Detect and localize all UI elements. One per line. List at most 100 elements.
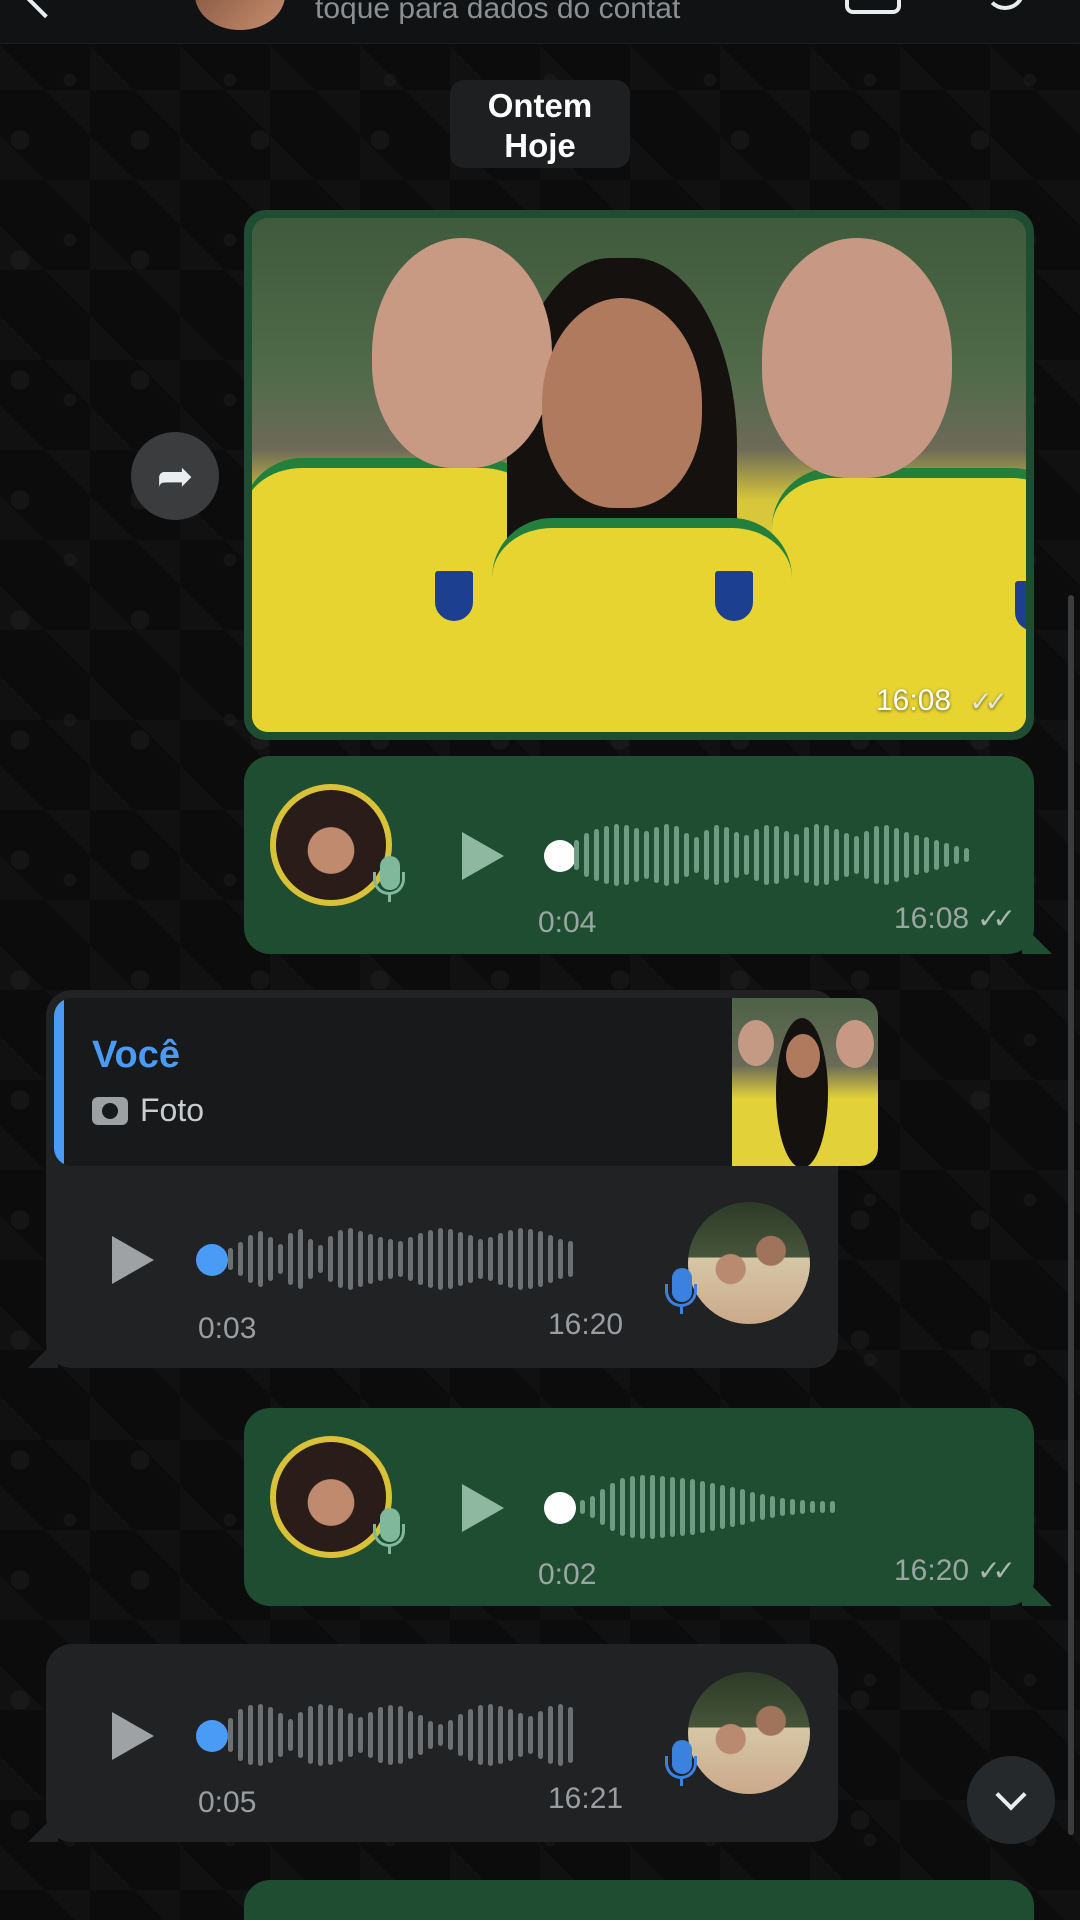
play-icon[interactable]	[462, 832, 504, 880]
waveform-bar	[674, 826, 679, 884]
waveform-bar	[538, 1711, 543, 1759]
waveform-bar	[498, 1233, 503, 1285]
scrollbar[interactable]	[1068, 595, 1074, 1835]
voice-message[interactable]: 0:05 16:21	[28, 1644, 838, 1842]
play-icon[interactable]	[112, 1236, 154, 1284]
waveform-bar	[518, 1228, 523, 1290]
photo-detail	[712, 568, 756, 624]
time-text: 16:08	[876, 684, 952, 717]
waveform-bar	[750, 1492, 755, 1522]
contact-avatar[interactable]	[195, 0, 285, 30]
time-text: 16:08	[894, 902, 970, 935]
quote-thumbnail	[732, 998, 878, 1166]
back-arrow-icon[interactable]	[23, 0, 67, 19]
waveform-bar	[278, 1244, 283, 1274]
contact-info-hint[interactable]: toque para dados do contat	[315, 0, 680, 26]
waveform-bar	[830, 1501, 835, 1513]
play-icon[interactable]	[112, 1712, 154, 1760]
waveform-bar	[924, 837, 929, 873]
waveform-bar	[964, 848, 969, 862]
waveform-bar	[710, 1483, 715, 1531]
playback-scrubber[interactable]	[196, 1720, 228, 1752]
play-icon[interactable]	[462, 1484, 504, 1532]
waveform-bar	[864, 831, 869, 879]
waveform-bar	[670, 1477, 675, 1537]
waveform-bar	[348, 1713, 353, 1757]
quote-accent-bar	[54, 998, 64, 1166]
sender-avatar	[270, 1436, 392, 1558]
waveform-bar	[308, 1706, 313, 1764]
audio-duration: 0:02	[538, 1558, 597, 1591]
voice-message-reply[interactable]: Você Foto 0:03 16:20	[28, 990, 878, 1368]
voice-message[interactable]: 0:04 16:08 ✓✓	[244, 756, 1052, 954]
next-message-peek[interactable]	[244, 1880, 1034, 1920]
waveform-bar	[694, 837, 699, 873]
waveform-bar	[754, 829, 759, 881]
waveform-bar	[894, 828, 899, 882]
video-call-icon[interactable]	[845, 0, 901, 14]
waveform-bar	[408, 1711, 413, 1759]
waveform-bar	[734, 832, 739, 878]
waveform-bar	[278, 1713, 283, 1757]
waveform-bar	[408, 1237, 413, 1281]
sender-avatar	[688, 1672, 810, 1794]
waveform-bar	[328, 1236, 333, 1282]
playback-scrubber[interactable]	[196, 1244, 228, 1276]
message-timestamp: 16:20	[548, 1308, 624, 1341]
image-message[interactable]: 16:08 ✓✓	[244, 210, 1034, 740]
camera-icon	[92, 1096, 128, 1125]
waveform-bar	[268, 1237, 273, 1281]
waveform-bar	[398, 1706, 403, 1764]
voice-message[interactable]: 0:02 16:20 ✓✓	[244, 1408, 1052, 1606]
waveform-bar	[844, 833, 849, 877]
waveform-bar	[574, 840, 579, 870]
quoted-message[interactable]: Você Foto	[54, 998, 878, 1166]
waveform-bar	[518, 1713, 523, 1757]
waveform-bar	[904, 832, 909, 878]
waveform-bar	[388, 1239, 393, 1279]
waveform-bar	[358, 1231, 363, 1287]
date-label-yesterday: Ontem	[487, 87, 593, 124]
playback-scrubber[interactable]	[544, 840, 576, 872]
waveform-bar	[478, 1705, 483, 1765]
playback-scrubber[interactable]	[544, 1492, 576, 1524]
waveform-bar	[774, 826, 779, 884]
waveform-bar	[298, 1229, 303, 1289]
audio-duration: 0:04	[538, 906, 597, 939]
voice-call-icon[interactable]	[985, 0, 1025, 10]
waveform-bar	[720, 1485, 725, 1529]
audio-waveform[interactable]	[228, 1224, 573, 1294]
waveform-bar	[268, 1707, 273, 1763]
waveform-bar	[780, 1498, 785, 1516]
waveform-bar	[600, 1489, 605, 1525]
audio-waveform[interactable]	[228, 1700, 573, 1770]
waveform-bar	[614, 824, 619, 886]
waveform-bar	[934, 840, 939, 870]
microphone-icon	[665, 1740, 697, 1786]
waveform-bar	[784, 831, 789, 879]
waveform-bar	[368, 1234, 373, 1284]
photo-detail	[542, 298, 702, 508]
waveform-bar	[288, 1719, 293, 1751]
waveform-bar	[584, 833, 589, 877]
audio-waveform[interactable]	[574, 820, 969, 890]
message-photo[interactable]: 16:08 ✓✓	[252, 218, 1026, 732]
waveform-bar	[800, 1500, 805, 1514]
waveform-bar	[954, 846, 959, 864]
photo-detail	[836, 1020, 874, 1068]
waveform-bar	[744, 835, 749, 875]
photo-detail	[738, 1020, 774, 1066]
waveform-bar	[258, 1231, 263, 1287]
waveform-bar	[834, 829, 839, 881]
chat-header[interactable]: toque para dados do contat	[0, 0, 1080, 44]
waveform-bar	[760, 1494, 765, 1520]
scroll-to-bottom-button[interactable]	[967, 1756, 1055, 1844]
audio-duration: 0:05	[198, 1786, 257, 1819]
audio-waveform[interactable]	[580, 1472, 835, 1542]
waveform-bar	[730, 1487, 735, 1527]
sender-avatar	[270, 784, 392, 906]
quote-type-label: Foto	[140, 1092, 205, 1128]
waveform-bar	[418, 1715, 423, 1755]
waveform-bar	[238, 1242, 243, 1276]
forward-button[interactable]: ➦	[131, 432, 219, 520]
